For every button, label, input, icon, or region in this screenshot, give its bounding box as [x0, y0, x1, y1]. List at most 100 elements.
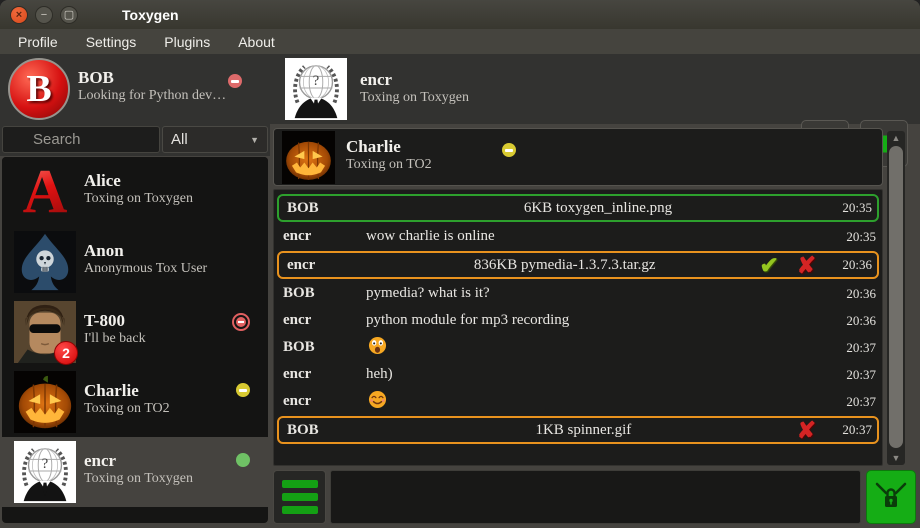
text-message: encr wow charlie is online 20:35: [275, 223, 881, 250]
chat-scrollbar[interactable]: ▲ ▼: [887, 131, 905, 465]
away-status-icon: [502, 143, 516, 157]
menu-settings[interactable]: Settings: [72, 32, 151, 52]
contact-name: T-800: [84, 311, 146, 331]
scroll-up-icon[interactable]: ▲: [887, 131, 905, 145]
scared-face-emoji: [368, 336, 387, 355]
contact-status-message: Toxing on Toxygen: [84, 191, 193, 207]
accept-file-button[interactable]: ✔: [759, 254, 778, 277]
window-title: Toxygen: [122, 7, 179, 23]
menu-plugins[interactable]: Plugins: [150, 32, 224, 52]
contact-anon[interactable]: Anon Anonymous Tox User: [2, 227, 268, 297]
chevron-down-icon: ▼: [250, 135, 259, 145]
pumpkin-icon: [14, 371, 76, 433]
message-text: wow charlie is online: [366, 228, 830, 245]
self-avatar[interactable]: B: [8, 58, 70, 120]
message-time: 20:35: [826, 200, 874, 216]
contact-name: Charlie: [84, 381, 170, 401]
message-list: BOB 6KB toxygen_inline.png 20:35 encr wo…: [273, 189, 883, 466]
svg-text:?: ?: [42, 456, 48, 472]
secure-send-icon: [873, 480, 909, 514]
text-message: encr heh) 20:37: [275, 361, 881, 388]
search-input[interactable]: [2, 126, 160, 153]
file-transfer-message: BOB 6KB toxygen_inline.png 20:35: [277, 194, 879, 222]
chat-partner-status-message: Toxing on TO2: [346, 157, 432, 173]
self-status-message: Looking for Python dev…: [78, 88, 226, 104]
file-name: 1KB spinner.gif: [370, 422, 797, 439]
message-time: 20:36: [826, 257, 874, 273]
contact-status-message: Toxing on TO2: [84, 401, 170, 417]
encr-avatar: ?: [14, 441, 76, 503]
message-time: 20:37: [826, 422, 874, 438]
send-message-button[interactable]: [866, 470, 916, 524]
file-name: 836KB pymedia-1.3.7.3.tar.gz: [370, 257, 759, 274]
partner-status-message: Toxing on Toxygen: [360, 90, 469, 106]
close-window-icon[interactable]: ×: [10, 6, 28, 24]
contact-alice[interactable]: A Alice Toxing on Toxygen: [2, 157, 268, 227]
contact-status-message: I'll be back: [84, 331, 146, 347]
message-text: heh): [366, 366, 830, 383]
contact-t800[interactable]: T-800 I'll be back 2: [2, 297, 268, 367]
message-input[interactable]: [330, 470, 861, 524]
chat-menu-button[interactable]: [273, 470, 326, 524]
scroll-down-icon[interactable]: ▼: [887, 451, 905, 465]
message-text: python module for mp3 recording: [366, 312, 830, 329]
online-status-icon: [236, 453, 250, 467]
minimize-window-icon[interactable]: −: [35, 6, 53, 24]
contact-name: encr: [84, 451, 193, 471]
charlie-avatar: [14, 371, 76, 433]
menu-profile[interactable]: Profile: [4, 32, 72, 52]
message-time: 20:36: [830, 286, 878, 302]
anonymous-logo-icon: ?: [285, 58, 347, 120]
contact-encr[interactable]: ? encr Toxing on Toxygen: [2, 437, 268, 507]
menubar: Profile Settings Plugins About: [0, 29, 920, 54]
header-strip: B BOB Looking for Python dev… ?: [0, 54, 920, 124]
text-message: BOB pymedia? what is it? 20:36: [275, 280, 881, 307]
message-sender: encr: [282, 257, 370, 274]
message-sender: encr: [278, 312, 366, 329]
file-name: 6KB toxygen_inline.png: [370, 200, 826, 217]
contact-filter-dropdown[interactable]: All ▼: [162, 126, 268, 153]
self-name: BOB: [78, 68, 226, 88]
message-time: 20:35: [830, 229, 878, 245]
chat-partner-header: Charlie Toxing on TO2: [273, 128, 883, 186]
maximize-window-icon[interactable]: ▢: [60, 6, 78, 24]
file-transfer-message: BOB 1KB spinner.gif ✘ 20:37: [277, 416, 879, 444]
decline-file-button[interactable]: ✘: [797, 254, 816, 277]
anonymous-logo-icon: ?: [14, 441, 76, 503]
cancel-file-button[interactable]: ✘: [797, 419, 816, 442]
contact-name: Anon: [84, 241, 207, 261]
away-status-icon: [236, 383, 250, 397]
smiling-face-emoji: [368, 390, 387, 409]
message-sender: BOB: [282, 422, 370, 439]
contact-list: A Alice Toxing on Toxygen: [2, 157, 268, 523]
self-profile[interactable]: B BOB Looking for Python dev…: [0, 54, 268, 124]
contact-charlie[interactable]: Charlie Toxing on TO2: [2, 367, 268, 437]
message-sender: BOB: [278, 285, 366, 302]
message-sender: encr: [278, 228, 366, 245]
alice-avatar: A: [14, 161, 76, 223]
message-time: 20:37: [830, 367, 878, 383]
contacts-panel: All ▼ A Alice Toxing on Toxygen: [0, 124, 270, 528]
menu-about[interactable]: About: [224, 32, 289, 52]
emoji-message: BOB 20:37: [275, 334, 881, 361]
unread-count-badge: 2: [54, 341, 78, 365]
message-text: pymedia? what is it?: [366, 285, 830, 302]
text-message: encr python module for mp3 recording 20:…: [275, 307, 881, 334]
partner-name: encr: [360, 70, 469, 90]
contact-status-message: Toxing on Toxygen: [84, 471, 193, 487]
busy-status-icon: [228, 74, 242, 88]
scrollbar-thumb[interactable]: [889, 146, 903, 448]
svg-text:?: ?: [313, 73, 319, 89]
emoji-message: encr 20:37: [275, 388, 881, 415]
message-sender: encr: [278, 366, 366, 383]
spade-skull-icon: [14, 231, 76, 293]
contact-status-message: Anonymous Tox User: [84, 261, 207, 277]
busy-status-icon: [232, 313, 250, 331]
filter-value: All: [171, 131, 188, 148]
chat-partner-name: Charlie: [346, 137, 432, 157]
message-sender: BOB: [282, 200, 370, 217]
file-transfer-message: encr 836KB pymedia-1.3.7.3.tar.gz ✔ ✘ 20…: [277, 251, 879, 279]
message-sender: BOB: [278, 339, 366, 356]
message-time: 20:36: [830, 313, 878, 329]
titlebar: × − ▢ Toxygen: [0, 0, 920, 29]
